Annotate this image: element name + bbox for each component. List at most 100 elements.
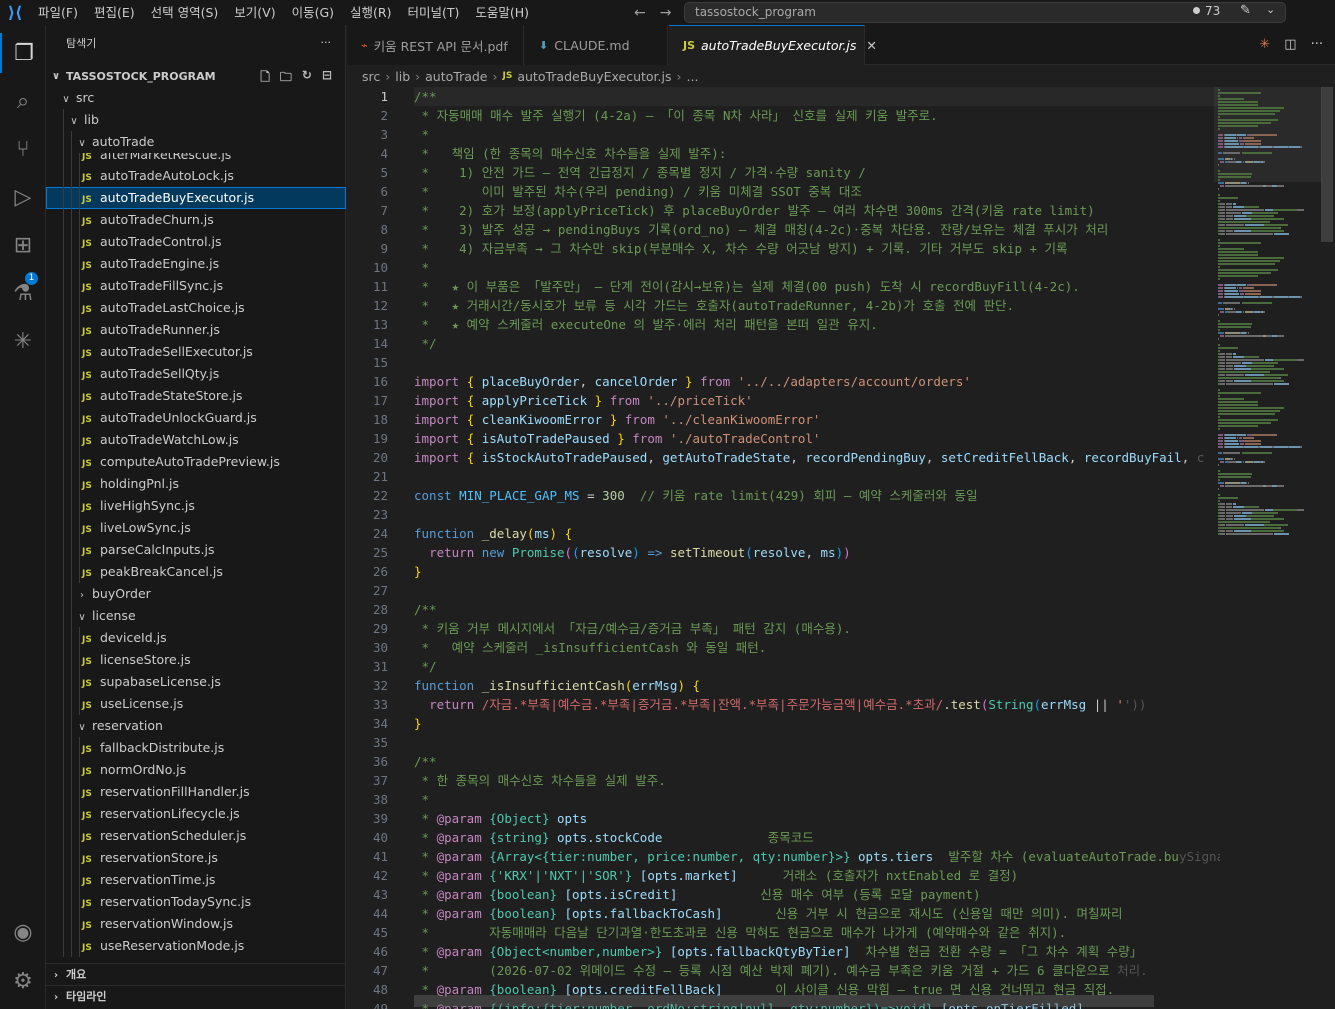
- minimap[interactable]: [1214, 87, 1322, 1009]
- refresh-icon[interactable]: ↻: [302, 68, 312, 89]
- file-item[interactable]: JS reservationStore.js: [46, 847, 346, 869]
- code-line[interactable]: * 이미 발주된 차수(우리 pending) / 키움 미체결 SSOT 중복…: [414, 182, 1220, 201]
- gear-icon[interactable]: ⚙: [0, 961, 46, 1001]
- file-item[interactable]: JS autoTradeLastChoice.js: [46, 297, 346, 319]
- code-line[interactable]: [414, 467, 1220, 486]
- code-line[interactable]: [414, 505, 1220, 524]
- code-line[interactable]: /**: [414, 600, 1220, 619]
- menu-item[interactable]: 선택 영역(S): [143, 0, 227, 25]
- file-item[interactable]: JS autoTradeWatchLow.js: [46, 429, 346, 451]
- file-item[interactable]: JS autoTradeFillSync.js: [46, 275, 346, 297]
- code-line[interactable]: * 자동매매 매수 발주 실행기 (4-2a) — 「이 종목 N차 사라」 신…: [414, 106, 1220, 125]
- code-line[interactable]: * 한 종목의 매수신호 차수들을 실제 발주.: [414, 771, 1220, 790]
- code-line[interactable]: import { applyPriceTick } from '../price…: [414, 391, 1220, 410]
- workspace-root[interactable]: ∨ TASSOSTOCK_PROGRAM 🗋 🗀 ↻ ⊟: [46, 65, 346, 87]
- search-icon[interactable]: ⌕: [0, 81, 46, 121]
- file-item[interactable]: JS useLicense.js: [46, 693, 346, 715]
- chat-icon[interactable]: ✎: [1240, 3, 1251, 18]
- file-item[interactable]: JS liveHighSync.js: [46, 495, 346, 517]
- code-line[interactable]: import { isStockAutoTradePaused, getAuto…: [414, 448, 1220, 467]
- code-line[interactable]: * @param {'KRX'|'NXT'|'SOR'} [opts.marke…: [414, 866, 1220, 885]
- split-editor-icon[interactable]: ◫: [1284, 37, 1296, 52]
- file-item[interactable]: JS deviceId.js: [46, 627, 346, 649]
- more-actions-icon[interactable]: ···: [1311, 37, 1323, 52]
- code-line[interactable]: */: [414, 334, 1220, 353]
- code-line[interactable]: function _isInsufficientCash(errMsg) {: [414, 676, 1220, 695]
- timeline-section[interactable]: › 타임라인: [46, 985, 346, 1007]
- code-line[interactable]: * 2) 호가 보정(applyPriceTick) 후 placeBuyOrd…: [414, 201, 1220, 220]
- account-icon[interactable]: ◉: [0, 912, 46, 952]
- code-line[interactable]: * @param {Object} opts: [414, 809, 1220, 828]
- code-line[interactable]: * 예약 스케줄러 _isInsufficientCash 와 동일 패턴.: [414, 638, 1220, 657]
- file-item[interactable]: JS reservationScheduler.js: [46, 825, 346, 847]
- folder-item[interactable]: ∨ license: [46, 605, 346, 627]
- file-item[interactable]: JS reservationTime.js: [46, 869, 346, 891]
- code-line[interactable]: import { placeBuyOrder, cancelOrder } fr…: [414, 372, 1220, 391]
- close-icon[interactable]: ✕: [866, 38, 876, 53]
- code-line[interactable]: [414, 581, 1220, 600]
- code-line[interactable]: /**: [414, 752, 1220, 771]
- scrollbar-thumb[interactable]: [1321, 87, 1333, 242]
- code-line[interactable]: * ★ 거래시간/동시호가 보류 등 시각 가드는 호출자(autoTradeR…: [414, 296, 1220, 315]
- menu-item[interactable]: 도움말(H): [467, 0, 537, 25]
- code-line[interactable]: * @param {boolean} [opts.fallbackToCash]…: [414, 904, 1220, 923]
- file-item[interactable]: JS supabaseLicense.js: [46, 671, 346, 693]
- breadcrumb-item[interactable]: src: [362, 69, 380, 84]
- file-item[interactable]: JS autoTradeUnlockGuard.js: [46, 407, 346, 429]
- file-item[interactable]: JS autoTradeEngine.js: [46, 253, 346, 275]
- code-line[interactable]: *: [414, 125, 1220, 144]
- file-item[interactable]: JS autoTradeBuyExecutor.js: [46, 187, 346, 209]
- new-file-icon[interactable]: 🗋: [260, 68, 270, 89]
- code-line[interactable]: const MIN_PLACE_GAP_MS = 300 // 키움 rate …: [414, 486, 1220, 505]
- folder-item[interactable]: ∨ lib: [46, 109, 346, 131]
- file-item[interactable]: JS autoTradeChurn.js: [46, 209, 346, 231]
- file-item[interactable]: JS peakBreakCancel.js: [46, 561, 346, 583]
- explorer-icon[interactable]: ❐: [0, 33, 46, 73]
- menu-item[interactable]: 터미널(T): [400, 0, 468, 25]
- file-item[interactable]: JS autoTradeAutoLock.js: [46, 165, 346, 187]
- breadcrumb-item[interactable]: ...: [687, 69, 699, 84]
- code-line[interactable]: }: [414, 714, 1220, 733]
- code-line[interactable]: }: [414, 562, 1220, 581]
- code-line[interactable]: * ★ 이 부품은 「발주만」 — 단계 전이(감시→보유)는 실제 체결(00…: [414, 277, 1220, 296]
- code-line[interactable]: *: [414, 258, 1220, 277]
- breadcrumb-item[interactable]: lib: [395, 69, 410, 84]
- file-item[interactable]: JS reservationWindow.js: [46, 913, 346, 935]
- code-line[interactable]: * 키움 거부 메시지에서 「자금/예수금/증거금 부족」 패턴 감지 (매수용…: [414, 619, 1220, 638]
- file-item[interactable]: JS afterMarketRescue.js: [46, 153, 346, 165]
- code-line[interactable]: import { isAutoTradePaused } from './aut…: [414, 429, 1220, 448]
- file-item[interactable]: JS reservationFillHandler.js: [46, 781, 346, 803]
- code-line[interactable]: * @param {Object<number,number>} [opts.f…: [414, 942, 1220, 961]
- menu-item[interactable]: 이동(G): [284, 0, 342, 25]
- menu-item[interactable]: 편집(E): [86, 0, 143, 25]
- code-line[interactable]: * @param {string} opts.stockCode 종목코드: [414, 828, 1220, 847]
- code-line[interactable]: * @param {Array<{tier:number, price:numb…: [414, 847, 1220, 866]
- copilot-status-badge[interactable]: 73: [1193, 4, 1220, 18]
- folder-item[interactable]: ∨ autoTrade: [46, 131, 346, 153]
- folder-item[interactable]: ∨ src: [46, 87, 346, 109]
- file-item[interactable]: JS autoTradeSellExecutor.js: [46, 341, 346, 363]
- file-item[interactable]: JS autoTradeStateStore.js: [46, 385, 346, 407]
- horizontal-scrollbar[interactable]: [414, 995, 1154, 1007]
- file-item[interactable]: JS autoTradeControl.js: [46, 231, 346, 253]
- file-item[interactable]: JS autoTradeRunner.js: [46, 319, 346, 341]
- outline-section[interactable]: › 개요: [46, 963, 346, 985]
- menu-item[interactable]: 실행(R): [342, 0, 399, 25]
- file-item[interactable]: JS reservationTodaySync.js: [46, 891, 346, 913]
- tab-claude-md[interactable]: ⬇ CLAUDE.md: [525, 25, 668, 65]
- menu-item[interactable]: 파일(F): [30, 0, 86, 25]
- file-item[interactable]: JS holdingPnl.js: [46, 473, 346, 495]
- claude-code-icon[interactable]: ✳: [1259, 37, 1270, 52]
- new-folder-icon[interactable]: 🗀: [280, 68, 292, 89]
- code-line[interactable]: * (2026-07-02 위메이드 수정 — 등록 시점 예산 박제 폐기).…: [414, 961, 1220, 980]
- code-line[interactable]: * ★ 예약 스케줄러 executeOne 의 발주·에러 처리 패턴을 본떠…: [414, 315, 1220, 334]
- code-line[interactable]: [414, 353, 1220, 372]
- vertical-scrollbar[interactable]: [1320, 87, 1334, 1009]
- folder-item[interactable]: › buyOrder: [46, 583, 346, 605]
- code-line[interactable]: import { cleanKiwoomError } from '../cle…: [414, 410, 1220, 429]
- code-line[interactable]: * 4) 자금부족 → 그 차수만 skip(부분매수 X, 차수 수량 어긋남…: [414, 239, 1220, 258]
- extensions-icon[interactable]: ⊞: [0, 225, 46, 265]
- folder-item[interactable]: ∨ reservation: [46, 715, 346, 737]
- source-control-icon[interactable]: ⑂: [0, 129, 46, 169]
- claude-icon[interactable]: ✳: [0, 321, 46, 361]
